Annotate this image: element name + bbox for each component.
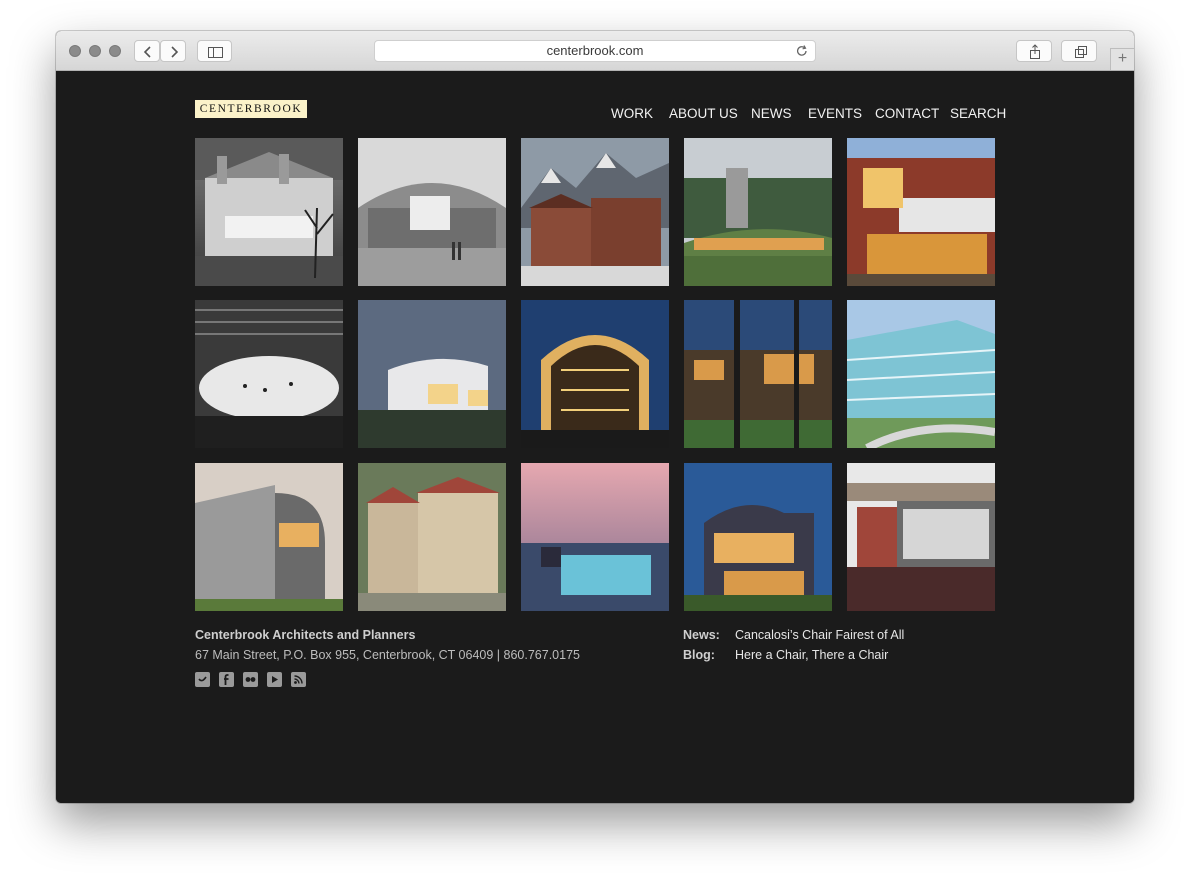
centerbrook-logo[interactable]: CENTERBROOK	[195, 100, 307, 118]
facebook-icon[interactable]	[219, 672, 234, 687]
project-tile[interactable]	[358, 138, 506, 286]
nav-events[interactable]: EVENTS	[808, 106, 862, 121]
blog-link[interactable]: Here a Chair, There a Chair	[735, 648, 888, 662]
address-bar[interactable]: centerbrook.com	[374, 40, 816, 62]
project-image	[195, 463, 343, 611]
tabs-overview-button[interactable]	[1061, 40, 1097, 62]
company-address: 67 Main Street, P.O. Box 955, Centerbroo…	[195, 648, 580, 662]
tabs-icon	[1075, 46, 1087, 58]
project-image	[684, 463, 832, 611]
project-image	[847, 300, 995, 448]
project-tile[interactable]	[521, 300, 669, 448]
project-tile[interactable]	[195, 463, 343, 611]
news-link[interactable]: Cancalosi’s Chair Fairest of All	[735, 628, 904, 642]
project-image	[847, 138, 995, 286]
blog-label: Blog:	[683, 648, 715, 662]
project-tile[interactable]	[358, 463, 506, 611]
rss-icon[interactable]	[291, 672, 306, 687]
project-tile[interactable]	[195, 138, 343, 286]
close-window-button[interactable]	[69, 45, 81, 57]
zoom-window-button[interactable]	[109, 45, 121, 57]
web-page: CENTERBROOK WORK ABOUT US NEWS EVENTS CO…	[56, 71, 1134, 803]
flickr-icon[interactable]	[243, 672, 258, 687]
project-tile[interactable]	[847, 300, 995, 448]
new-tab-button[interactable]: +	[1110, 48, 1134, 70]
project-image	[358, 463, 506, 611]
project-image	[521, 300, 669, 448]
url-text: centerbrook.com	[546, 43, 644, 58]
project-tile[interactable]	[684, 300, 832, 448]
project-tile[interactable]	[847, 463, 995, 611]
project-image	[358, 300, 506, 448]
chevron-left-icon	[143, 46, 151, 58]
news-label: News:	[683, 628, 720, 642]
project-image	[684, 300, 832, 448]
project-image	[684, 138, 832, 286]
share-button[interactable]	[1016, 40, 1052, 62]
share-icon	[1030, 44, 1040, 59]
project-tile[interactable]	[195, 300, 343, 448]
nav-work[interactable]: WORK	[611, 106, 653, 121]
project-image	[521, 138, 669, 286]
project-image	[847, 463, 995, 611]
project-tile[interactable]	[684, 463, 832, 611]
project-tile[interactable]	[521, 463, 669, 611]
nav-about-us[interactable]: ABOUT US	[669, 106, 738, 121]
reload-icon[interactable]	[795, 44, 809, 58]
project-image	[195, 138, 343, 286]
browser-toolbar: centerbrook.com +	[56, 31, 1134, 71]
nav-contact[interactable]: CONTACT	[875, 106, 939, 121]
browser-window: centerbrook.com + CENTERBROOK WORK ABOUT…	[56, 31, 1134, 803]
nav-news[interactable]: NEWS	[751, 106, 792, 121]
project-image	[521, 463, 669, 611]
back-button[interactable]	[134, 40, 160, 62]
youtube-icon[interactable]	[267, 672, 282, 687]
chevron-right-icon	[171, 46, 179, 58]
project-tile[interactable]	[684, 138, 832, 286]
twitter-icon[interactable]	[195, 672, 210, 687]
company-name: Centerbrook Architects and Planners	[195, 628, 416, 642]
forward-button[interactable]	[160, 40, 186, 62]
project-image	[195, 300, 343, 448]
nav-search[interactable]: SEARCH	[950, 106, 1006, 121]
project-tile[interactable]	[358, 300, 506, 448]
project-tile[interactable]	[521, 138, 669, 286]
sidebar-icon	[208, 47, 223, 58]
project-tile[interactable]	[847, 138, 995, 286]
plus-icon: +	[1117, 50, 1128, 67]
minimize-window-button[interactable]	[89, 45, 101, 57]
project-image	[358, 138, 506, 286]
sidebar-button[interactable]	[197, 40, 232, 62]
